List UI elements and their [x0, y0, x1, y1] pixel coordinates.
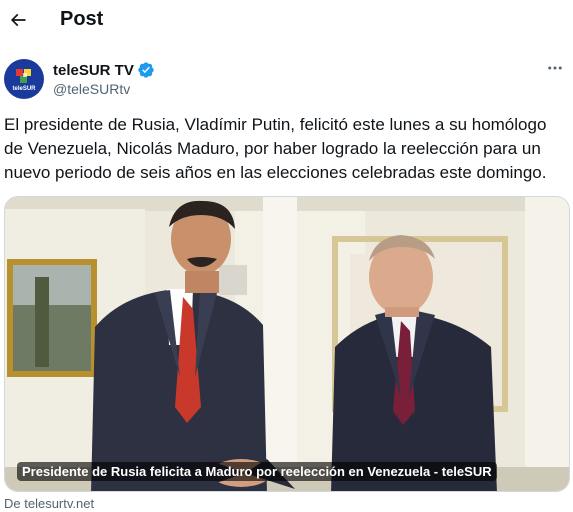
back-button[interactable] [4, 6, 32, 34]
card-photo [5, 197, 569, 491]
link-card[interactable]: Presidente de Rusia felicita a Maduro po… [4, 196, 570, 492]
card-source[interactable]: De telesurtv.net [4, 496, 94, 511]
avatar-brand-text: teleSUR [12, 86, 36, 92]
telesur-logo-icon [16, 69, 31, 83]
display-name[interactable]: teleSUR TV [53, 62, 134, 79]
avatar[interactable]: teleSUR [4, 59, 44, 99]
name-row: teleSUR TV [53, 61, 155, 79]
author-handle[interactable]: @teleSURtv [53, 81, 155, 97]
post-text: El presidente de Rusia, Vladímir Putin, … [4, 115, 547, 182]
page-title: Post [60, 8, 104, 30]
author-block: teleSUR teleSUR TV @teleSURtv [4, 58, 155, 100]
more-horizontal-icon [548, 66, 562, 70]
arrow-left-icon [10, 13, 26, 27]
card-caption: Presidente de Rusia felicita a Maduro po… [17, 462, 497, 481]
more-options-button[interactable] [541, 58, 569, 78]
verified-badge-icon [138, 62, 154, 78]
post-header: Post [0, 0, 573, 40]
author-names: teleSUR TV @teleSURtv [53, 61, 155, 97]
